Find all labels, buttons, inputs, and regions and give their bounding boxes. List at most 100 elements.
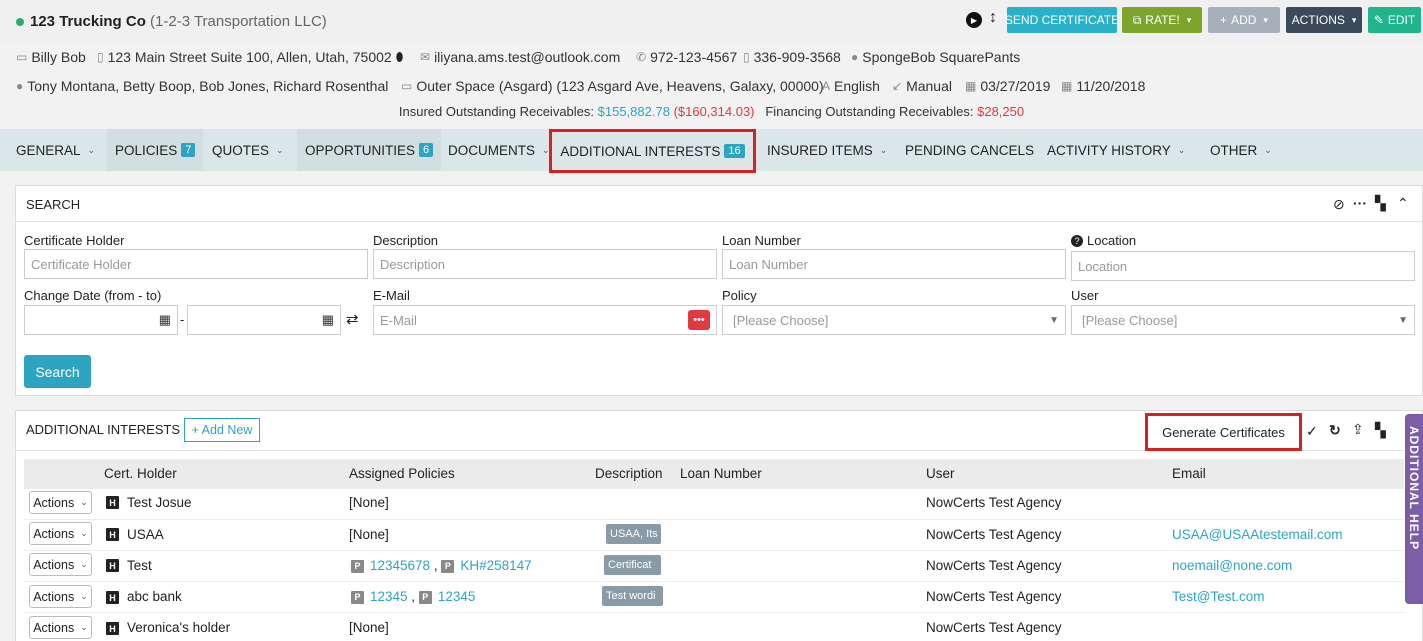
tab-label: ADDITIONAL INTERESTS: [560, 143, 721, 159]
calendar-icon: ▦: [1061, 79, 1073, 93]
description-tag[interactable]: Test wordi: [602, 586, 663, 606]
plus-icon: +: [1220, 13, 1228, 27]
email-options-icon[interactable]: •••: [688, 310, 710, 330]
tab-label: OPPORTUNITIES: [305, 142, 416, 158]
tab-activity-history[interactable]: ACTIVITY HISTORY ⌄: [1047, 129, 1185, 171]
tab-documents[interactable]: DOCUMENTS ⌄: [448, 129, 550, 171]
email-placeholder: E-Mail: [380, 312, 417, 328]
email-label: E-Mail: [373, 288, 410, 303]
holder-icon: H: [106, 559, 119, 572]
row-actions-label: Actions: [33, 526, 75, 541]
location-input[interactable]: Location: [1071, 251, 1415, 281]
cert-holder-input[interactable]: Certificate Holder: [24, 249, 368, 279]
cert-holder-cell[interactable]: Veronica's holder: [127, 620, 230, 635]
rate-button[interactable]: ⧉ RATE! ▾: [1122, 7, 1202, 33]
tab-general[interactable]: GENERAL ⌄: [16, 129, 95, 171]
row-actions-button[interactable]: Actions ⌄: [29, 522, 92, 545]
source-text: Manual: [906, 78, 952, 94]
column-header[interactable]: Cert. Holder: [104, 466, 177, 481]
tab-label: OTHER: [1210, 142, 1258, 158]
edit-button[interactable]: ✎ EDIT: [1368, 7, 1421, 33]
search-button[interactable]: Search: [24, 355, 91, 388]
tab-policies[interactable]: POLICIES 7: [107, 129, 204, 171]
agent-info: ● SpongeBob SquarePants: [851, 49, 1020, 65]
collapse-icon[interactable]: ⌃: [1397, 195, 1409, 212]
tab-opportunities[interactable]: OPPORTUNITIES 6: [297, 129, 442, 171]
column-header[interactable]: Assigned Policies: [349, 466, 455, 481]
cert-holder-cell[interactable]: abc bank: [127, 589, 182, 604]
calendar-icon: ▦: [965, 79, 977, 93]
tab-pending-cancels[interactable]: PENDING CANCELS: [905, 129, 1034, 171]
insured-receivables-label: Insured Outstanding Receivables:: [398, 104, 595, 119]
swap-icon[interactable]: ⇄: [346, 310, 359, 328]
policy-link[interactable]: KH#258147: [460, 558, 531, 573]
layout-icon[interactable]: ▚: [1375, 422, 1386, 439]
policy-select[interactable]: [Please Choose] ▼: [722, 305, 1066, 335]
generate-certificates-button[interactable]: Generate Certificates: [1145, 413, 1302, 451]
financing-receivables-value[interactable]: $28,250: [977, 104, 1024, 119]
ban-icon[interactable]: ⊘: [1333, 196, 1345, 213]
cert-holder-cell[interactable]: USAA: [127, 527, 164, 542]
cert-holder-cell[interactable]: Test Josue: [127, 495, 192, 510]
row-actions-button[interactable]: Actions ⌄: [29, 553, 92, 576]
column-header[interactable]: User: [926, 466, 955, 481]
phone-text[interactable]: 972-123-4567: [650, 49, 737, 65]
date-to-input[interactable]: ▦: [187, 305, 341, 335]
tab-quotes[interactable]: QUOTES ⌄: [212, 129, 284, 171]
map-pin-icon[interactable]: ⬮: [396, 50, 404, 65]
chevron-down-icon: ▾: [1263, 14, 1268, 25]
chevron-down-icon: ⌄: [879, 144, 888, 155]
actions-menu-button[interactable]: ACTIONS ▾: [1286, 7, 1362, 33]
insured-receivables-value[interactable]: $155,882.78: [598, 104, 670, 119]
cert-holder-cell[interactable]: Test: [127, 558, 152, 573]
policy-link[interactable]: 12345: [370, 589, 408, 604]
add-button[interactable]: + ADD ▾: [1208, 7, 1280, 33]
table-row: [24, 489, 1404, 520]
location-info: ▭ Outer Space (Asgard) (123 Asgard Ave, H…: [401, 78, 824, 94]
mobile-text[interactable]: 336-909-3568: [754, 49, 841, 65]
row-actions-button[interactable]: Actions ⌄: [29, 616, 92, 639]
email-text[interactable]: iliyana.ams.test@outlook.com: [434, 49, 620, 65]
email-input[interactable]: E-Mail •••: [373, 305, 717, 335]
loan-number-input[interactable]: Loan Number: [722, 249, 1066, 279]
check-icon[interactable]: ✓: [1306, 423, 1318, 440]
refresh-icon[interactable]: ↻: [1329, 422, 1341, 439]
send-certificate-button[interactable]: SEND CERTIFICATE: [1004, 7, 1120, 33]
policy-link[interactable]: 12345678: [370, 558, 430, 573]
play-icon[interactable]: ▶: [966, 12, 982, 28]
actions-label: ACTIONS: [1291, 13, 1345, 27]
resize-vertical-icon[interactable]: ↕: [989, 9, 997, 27]
description-tag[interactable]: Certificat: [604, 555, 661, 575]
row-actions-button[interactable]: Actions ⌄: [29, 585, 92, 608]
row-actions-button[interactable]: Actions ⌄: [29, 491, 92, 514]
export-icon[interactable]: ⇪: [1352, 421, 1364, 438]
email-link[interactable]: noemail@none.com: [1172, 558, 1292, 573]
column-header[interactable]: Description: [595, 466, 663, 481]
help-icon[interactable]: ?: [1071, 234, 1083, 247]
date2-info: ▦ 11/20/2018: [1061, 78, 1145, 94]
date-from-input[interactable]: ▦: [24, 305, 178, 335]
email-link[interactable]: USAA@USAAtestemail.com: [1172, 527, 1343, 542]
tab-additional-interests[interactable]: ADDITIONAL INTERESTS 16: [549, 129, 756, 173]
policy-icon: P: [441, 559, 455, 573]
send-certificate-label: SEND CERTIFICATE: [1004, 13, 1120, 27]
add-new-button[interactable]: + Add New: [184, 418, 260, 442]
row-actions-label: Actions: [33, 589, 75, 604]
description-tag[interactable]: USAA, Its: [606, 524, 661, 544]
user-selected-value: [Please Choose]: [1082, 312, 1178, 328]
email-link[interactable]: Test@Test.com: [1172, 589, 1264, 604]
column-header[interactable]: Loan Number: [680, 466, 762, 481]
calendar-icon[interactable]: ▦: [322, 312, 334, 328]
layout-icon[interactable]: ▚: [1375, 195, 1386, 212]
user-select[interactable]: [Please Choose] ▼: [1071, 305, 1415, 335]
caret-down-icon: ▼: [1049, 314, 1059, 326]
tab-insured-items[interactable]: INSURED ITEMS ⌄: [767, 129, 887, 171]
user-label: User: [1071, 288, 1099, 303]
policy-link[interactable]: 12345: [438, 589, 476, 604]
column-header[interactable]: Email: [1172, 466, 1206, 481]
chevron-down-icon: ⌄: [87, 144, 96, 155]
more-icon[interactable]: ···: [1353, 195, 1367, 211]
calendar-icon[interactable]: ▦: [159, 312, 171, 328]
description-input[interactable]: Description: [373, 249, 717, 279]
tab-other[interactable]: OTHER ⌄: [1210, 129, 1272, 171]
